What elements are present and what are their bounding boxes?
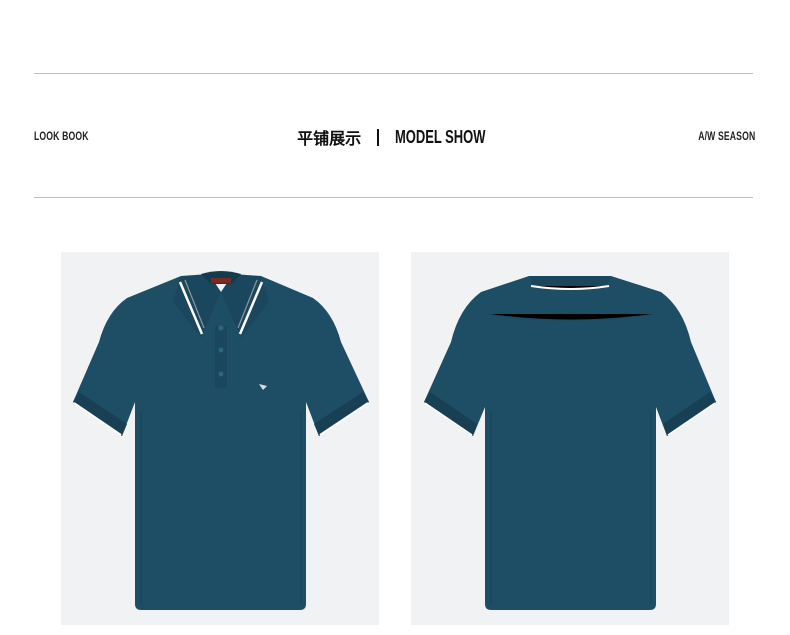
polo-back-image — [411, 252, 729, 625]
top-divider — [34, 73, 753, 74]
section-title-cn: 平铺展示 — [297, 129, 362, 148]
title-separator — [377, 128, 380, 146]
section-title-en: MODEL SHOW — [395, 126, 486, 147]
season-label: A/W SEASON — [697, 129, 755, 143]
bottom-divider — [34, 197, 753, 198]
section-title: 平铺展示 MODEL SHOW — [0, 125, 790, 149]
polo-front-image — [61, 252, 379, 625]
